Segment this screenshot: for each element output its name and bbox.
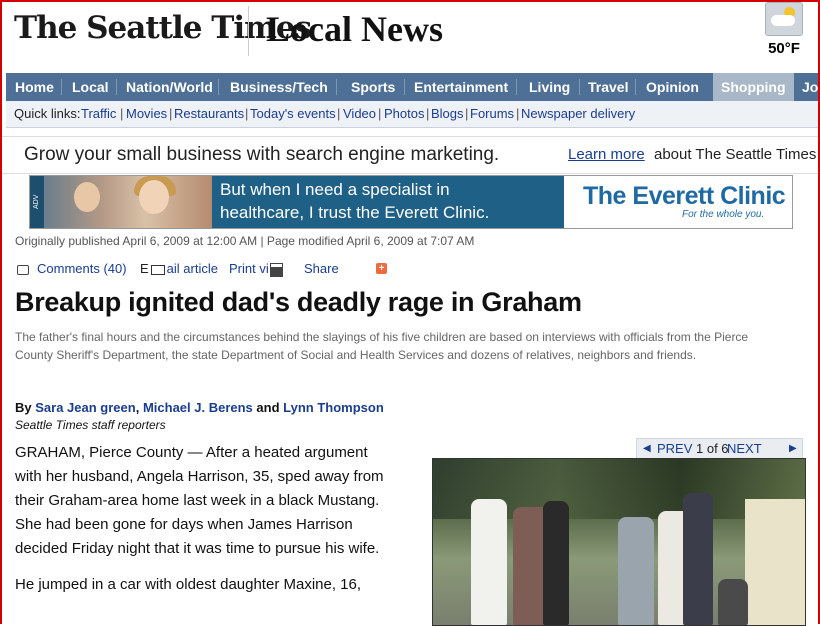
masthead-divider <box>248 6 249 56</box>
email-label-prefix: E <box>140 261 149 276</box>
author-link-3[interactable]: Lynn Thompson <box>283 400 384 415</box>
byline-separator-1: , <box>135 400 140 415</box>
comments-label: Comments (40) <box>37 261 127 276</box>
banner-ad[interactable]: ADV But when I need a specialist in heal… <box>29 175 793 229</box>
prev-arrow-icon[interactable]: ◀ <box>643 439 651 459</box>
gallery-count: 1 of 6 <box>696 441 729 456</box>
quick-link-newspaper-delivery[interactable]: Newspaper delivery <box>521 101 635 127</box>
nav-living[interactable]: Living <box>529 73 570 101</box>
byline-separator-2: and <box>256 400 280 415</box>
next-arrow-icon[interactable]: ▶ <box>789 439 797 459</box>
weather-temperature: 50°F <box>768 40 800 57</box>
ad-label: ADV <box>30 176 44 228</box>
article-body: GRAHAM, Pierce County — After a heated a… <box>15 441 387 609</box>
quick-link-blogs[interactable]: Blogs <box>431 101 464 127</box>
print-view-link[interactable]: Print vi <box>229 261 283 277</box>
ad-brand: The Everett Clinic <box>583 182 786 210</box>
quick-links-bar: Quick links: Traffic | Movies | Restaura… <box>6 101 820 128</box>
article-paragraph: He jumped in a car with oldest daughter … <box>15 576 362 593</box>
nav-business-tech[interactable]: Business/Tech <box>230 73 328 101</box>
mail-icon <box>150 264 165 275</box>
byline-role: Seattle Times staff reporters <box>15 418 166 432</box>
gallery-next-link[interactable]: NEXT <box>727 439 762 459</box>
nav-travel[interactable]: Travel <box>588 73 628 101</box>
quick-links-label: Quick links: <box>14 106 81 121</box>
quick-link-traffic[interactable]: Traffic <box>81 101 116 127</box>
learn-more-link[interactable]: Learn more <box>568 146 645 163</box>
photo-gallery-nav: ◀ PREV 1 of 6 NEXT ▶ <box>636 438 803 460</box>
ad-line-1: But when I need a specialist in <box>220 180 450 199</box>
text-ad-headline[interactable]: Grow your small business with search eng… <box>24 144 499 166</box>
article-headline: Breakup ignited dad's deadly rage in Gra… <box>15 287 582 317</box>
printer-icon <box>269 262 283 277</box>
author-link-1[interactable]: Sara Jean green <box>35 400 135 415</box>
email-article-link[interactable]: Eail article <box>140 261 218 276</box>
quick-link-todays-events[interactable]: Today's events <box>250 101 336 127</box>
comment-icon <box>17 264 29 275</box>
ad-tagline: For the whole you. <box>682 209 765 220</box>
article-photo[interactable] <box>432 458 806 626</box>
nav-sports[interactable]: Sports <box>351 73 395 101</box>
weather-widget[interactable]: 50°F <box>762 2 806 57</box>
print-label: Print vi <box>229 261 269 276</box>
nav-local[interactable]: Local <box>72 73 109 101</box>
email-label: ail article <box>166 261 218 276</box>
gallery-prev-link[interactable]: PREV <box>657 439 692 459</box>
share-plus-icon[interactable]: + <box>376 263 387 274</box>
nav-nation-world[interactable]: Nation/World <box>126 73 213 101</box>
quick-link-video[interactable]: Video <box>343 101 376 127</box>
quick-link-photos[interactable]: Photos <box>384 101 424 127</box>
quick-link-restaurants[interactable]: Restaurants <box>174 101 244 127</box>
nav-opinion[interactable]: Opinion <box>646 73 699 101</box>
ad-line-2: healthcare, I trust the Everett Clinic. <box>220 203 490 222</box>
nav-jobs[interactable]: Jo <box>802 73 818 101</box>
masthead: The Seattle Times Local News 50°F <box>0 0 820 70</box>
publish-info: Originally published April 6, 2009 at 12… <box>15 234 475 248</box>
share-link[interactable]: Share <box>304 261 339 276</box>
nav-home[interactable]: Home <box>15 73 54 101</box>
nav-shopping[interactable]: Shopping <box>713 73 794 101</box>
comments-link[interactable]: Comments (40) <box>17 261 127 276</box>
partly-cloudy-icon <box>765 2 803 36</box>
main-nav: Home Local Nation/World Business/Tech Sp… <box>6 73 820 101</box>
author-link-2[interactable]: Michael J. Berens <box>143 400 253 415</box>
text-ad-suffix: about The Seattle Times <box>654 146 817 163</box>
ad-message: But when I need a specialist in healthca… <box>212 176 564 228</box>
article-summary: The father's final hours and the circums… <box>15 330 749 362</box>
quick-link-forums[interactable]: Forums <box>470 101 514 127</box>
text-ad[interactable]: Grow your small business with search eng… <box>0 136 820 174</box>
article-paragraph: GRAHAM, Pierce County — After a heated a… <box>15 444 384 557</box>
ad-photo <box>44 176 212 228</box>
byline: By Sara Jean green, Michael J. Berens an… <box>15 400 384 415</box>
quick-link-movies[interactable]: Movies <box>126 101 167 127</box>
nav-entertainment[interactable]: Entertainment <box>414 73 508 101</box>
section-title[interactable]: Local News <box>266 8 443 50</box>
byline-prefix: By <box>15 400 32 415</box>
